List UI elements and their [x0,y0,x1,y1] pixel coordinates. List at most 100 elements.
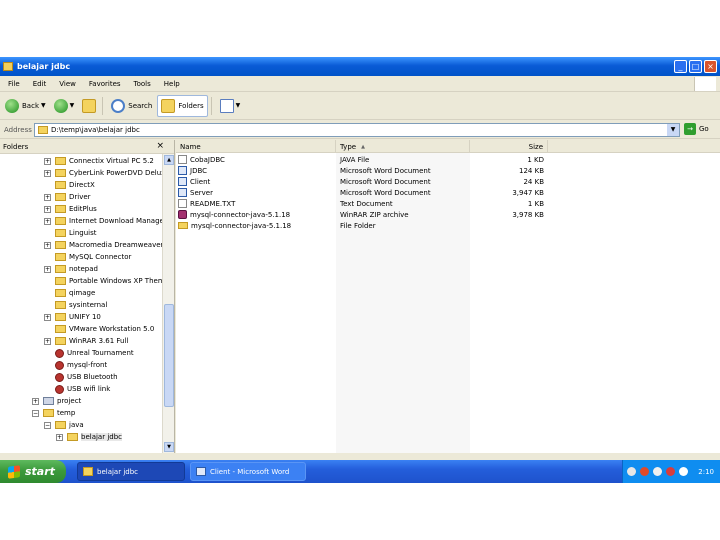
tree-item[interactable]: qimage [44,287,95,299]
tree-item[interactable]: − java [44,419,84,431]
up-folder-button[interactable] [79,95,99,117]
file-size: 3,947 KB [512,188,544,197]
column-type[interactable]: Type ▲ [336,140,470,153]
file-row[interactable]: Client Microsoft Word Document 24 KB [176,176,548,187]
vertical-scrollbar[interactable]: ▲ ▼ [162,154,174,453]
taskbar-item-explorer[interactable]: belajar jdbc [77,462,185,481]
folder-icon [55,337,66,345]
tray-volume-icon[interactable] [679,467,688,476]
tree-item[interactable]: + Connectix Virtual PC 5.2 [44,155,154,167]
column-empty [548,140,720,153]
tree-item[interactable]: + EditPlus [44,203,97,215]
tree-item[interactable]: mysql-front [44,359,107,371]
collapse-icon[interactable]: − [32,409,39,417]
expand-icon[interactable]: + [44,157,51,165]
tree-item[interactable]: DirectX [44,179,95,191]
tree-item[interactable]: + UNIFY 10 [44,311,101,323]
tree-item[interactable]: Linguist [44,227,97,239]
expand-icon[interactable]: + [56,433,63,441]
tree-item[interactable]: MySQL Connector [44,251,131,263]
tree-item[interactable]: + Macromedia Dreamweaver [44,239,162,251]
scroll-up-icon[interactable]: ▲ [164,155,174,165]
forward-button[interactable]: ▼ [51,95,78,117]
close-icon[interactable]: × [156,141,164,151]
tree-item[interactable]: USB wifi link [44,383,110,395]
tray-security-icon[interactable] [666,467,675,476]
go-arrow-icon: → [684,123,696,135]
expand-icon[interactable]: + [44,217,51,225]
folders-button[interactable]: Folders [157,94,208,117]
chevron-down-icon[interactable]: ▼ [236,102,241,109]
views-button[interactable]: ▼ [217,95,244,117]
search-button[interactable]: Search [108,95,155,117]
file-list-header: Name Type ▲ Size [176,140,720,153]
address-input[interactable]: D:\temp\java\belajar jdbc ▼ [34,123,680,137]
file-row[interactable]: mysql-connector-java-5.1.18 File Folder [176,220,548,231]
go-button[interactable]: → Go [684,123,709,135]
tree-item-label: VMware Workstation 5.0 [69,325,155,333]
tree-item[interactable]: + project [32,395,81,407]
close-button[interactable]: × [704,60,717,73]
expand-icon[interactable]: + [44,193,51,201]
tree-item[interactable]: Unreal Tournament [44,347,134,359]
menu-edit[interactable]: Edit [33,80,47,88]
tree-item[interactable]: + Driver [44,191,91,203]
file-row[interactable]: README.TXT Text Document 1 KB [176,198,548,209]
menu-favorites[interactable]: Favorites [89,80,121,88]
menu-view[interactable]: View [59,80,76,88]
scroll-thumb[interactable] [164,304,174,407]
expand-icon[interactable]: + [44,241,51,249]
menu-help[interactable]: Help [164,80,180,88]
tree-item[interactable]: sysinternal [44,299,107,311]
tree-item-label: Unreal Tournament [67,349,134,357]
tray-network-icon[interactable] [653,467,662,476]
tree-item[interactable]: VMware Workstation 5.0 [44,323,154,335]
maximize-button[interactable]: □ [689,60,702,73]
tree-item[interactable]: + WinRAR 3.61 Full [44,335,128,347]
expand-icon[interactable]: + [44,205,51,213]
tree-item[interactable]: − temp [32,407,75,419]
expand-icon[interactable]: + [32,397,39,405]
tray-app-icon[interactable] [640,467,649,476]
expand-icon[interactable]: + [44,313,51,321]
taskbar-item-word[interactable]: Client - Microsoft Word [190,462,306,481]
menu-file[interactable]: File [8,80,20,88]
windows-flag-icon [8,464,20,479]
minimize-button[interactable]: _ [674,60,687,73]
file-row[interactable]: JDBC Microsoft Word Document 124 KB [176,165,548,176]
scroll-down-icon[interactable]: ▼ [164,442,174,452]
forward-arrow-icon [53,98,68,113]
file-row[interactable]: CobaJDBC JAVA File 1 KD [176,154,548,165]
start-button[interactable]: start [0,460,66,483]
collapse-icon[interactable]: − [44,421,51,429]
file-type: File Folder [340,221,376,230]
expand-icon[interactable]: + [44,337,51,345]
expand-icon[interactable]: + [44,169,51,177]
column-name[interactable]: Name [176,140,336,153]
file-type: Microsoft Word Document [340,188,431,197]
tree-item[interactable]: Portable Windows XP Themes [44,275,162,287]
system-tray: 2:10 [622,460,720,483]
tree-item[interactable]: + CyberLink PowerDVD Delux [44,167,162,179]
tree-item[interactable]: + belajar jdbc [56,431,123,443]
tree-item-label: MySQL Connector [69,253,132,261]
tree-item-label: Macromedia Dreamweaver [69,241,162,249]
column-size[interactable]: Size [470,140,548,153]
file-type: Microsoft Word Document [340,166,431,175]
sort-arrow-icon: ▲ [361,143,365,150]
file-row[interactable]: Server Microsoft Word Document 3,947 KB [176,187,548,198]
tree-item[interactable]: + notepad [44,263,98,275]
chevron-down-icon[interactable]: ▼ [41,102,46,109]
tree-item[interactable]: + Internet Download Manager v5.04 [44,215,162,227]
tree-item-label: UNIFY 10 [69,313,101,321]
expand-icon[interactable]: + [44,265,51,273]
chevron-down-icon[interactable]: ▼ [70,102,75,109]
folder-tree: + Connectix Virtual PC 5.2 + CyberLink Powe… [0,154,162,453]
file-name: mysql-connector-java-5.1.18 [190,210,291,219]
menu-tools[interactable]: Tools [134,80,151,88]
address-dropdown-icon[interactable]: ▼ [667,124,679,136]
tray-arrow-icon[interactable] [627,467,636,476]
back-button[interactable]: Back ▼ [2,95,49,117]
file-row[interactable]: mysql-connector-java-5.1.18 WinRAR ZIP ar… [176,209,548,220]
tree-item[interactable]: USB Bluetooth [44,371,118,383]
